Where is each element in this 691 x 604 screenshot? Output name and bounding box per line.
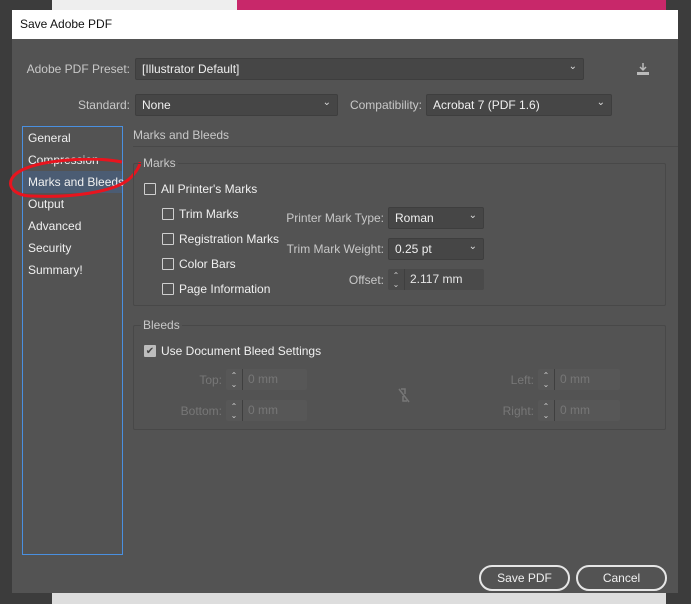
compatibility-label: Compatibility: xyxy=(349,98,422,112)
preset-label: Adobe PDF Preset: xyxy=(26,62,130,76)
stepper-arrows-icon[interactable]: ⌃ ⌄ xyxy=(388,269,405,290)
checkbox-box[interactable] xyxy=(162,208,174,220)
left-bleed-stepper[interactable]: ⌃ ⌄ 0 mm xyxy=(538,369,620,390)
checkbox-label: Use Document Bleed Settings xyxy=(161,344,322,358)
trim-mark-weight-value: 0.25 pt xyxy=(395,242,432,256)
checkbox-label: Color Bars xyxy=(179,257,236,271)
offset-value[interactable]: 2.117 mm xyxy=(405,269,467,290)
registration-marks-checkbox[interactable]: Registration Marks xyxy=(162,232,279,246)
checkbox-box[interactable] xyxy=(144,183,156,195)
red-circle-annotation xyxy=(9,158,142,198)
trim-mark-weight-label: Trim Mark Weight: xyxy=(286,242,384,256)
left-bleed-value[interactable]: 0 mm xyxy=(555,369,595,390)
chevron-down-icon: ⌄ xyxy=(322,97,331,108)
save-pdf-button[interactable]: Save PDF xyxy=(479,565,570,591)
compatibility-value: Acrobat 7 (PDF 1.6) xyxy=(433,98,540,112)
sidebar-item-advanced[interactable]: Advanced xyxy=(23,215,122,237)
checkbox-label: Page Information xyxy=(179,282,271,296)
preset-value: [Illustrator Default] xyxy=(142,62,240,76)
stepper-arrows-icon[interactable]: ⌃ ⌄ xyxy=(538,400,555,421)
printer-mark-type-value: Roman xyxy=(395,211,434,225)
sidebar-item-security[interactable]: Security xyxy=(23,237,122,259)
checkmark-icon[interactable]: ✔ xyxy=(144,345,156,357)
sidebar-item-general[interactable]: General xyxy=(23,127,122,149)
right-bleed-value[interactable]: 0 mm xyxy=(555,400,595,421)
chevron-down-icon: ⌄ xyxy=(596,97,605,108)
trim-marks-checkbox[interactable]: Trim Marks xyxy=(162,207,239,221)
right-label: Right: xyxy=(502,404,534,418)
printer-mark-type-label: Printer Mark Type: xyxy=(286,211,384,225)
dialog-title: Save Adobe PDF xyxy=(12,10,678,39)
checkbox-box[interactable] xyxy=(162,233,174,245)
checkbox-box[interactable] xyxy=(162,283,174,295)
unlinked-chain-icon[interactable] xyxy=(397,387,411,406)
chevron-down-icon: ⌄ xyxy=(468,241,477,252)
top-bleed-stepper[interactable]: ⌃ ⌄ 0 mm xyxy=(226,369,307,390)
checkbox-label: Registration Marks xyxy=(179,232,280,246)
save-pdf-dialog: Save Adobe PDF Adobe PDF Preset: [Illust… xyxy=(9,10,678,593)
checkbox-label: Trim Marks xyxy=(179,207,239,221)
stepper-arrows-icon[interactable]: ⌃ ⌄ xyxy=(538,369,555,390)
cancel-button[interactable]: Cancel xyxy=(576,565,667,591)
checkbox-label: All Printer's Marks xyxy=(161,182,258,196)
marks-group-title: Marks xyxy=(141,156,178,170)
preset-dropdown[interactable]: [Illustrator Default] ⌄ xyxy=(135,58,584,80)
standard-label: Standard: xyxy=(77,98,130,112)
all-printers-marks-checkbox[interactable]: All Printer's Marks xyxy=(144,182,257,196)
bleeds-group-title: Bleeds xyxy=(141,318,182,332)
page-information-checkbox[interactable]: Page Information xyxy=(162,282,270,296)
offset-stepper[interactable]: ⌃ ⌄ 2.117 mm xyxy=(388,269,484,290)
printer-mark-type-dropdown[interactable]: Roman ⌄ xyxy=(388,207,484,229)
right-bleed-stepper[interactable]: ⌃ ⌄ 0 mm xyxy=(538,400,620,421)
section-title: Marks and Bleeds xyxy=(133,128,230,142)
offset-label: Offset: xyxy=(348,273,384,287)
bottom-bleed-stepper[interactable]: ⌃ ⌄ 0 mm xyxy=(226,400,307,421)
top-bleed-value[interactable]: 0 mm xyxy=(243,369,283,390)
standard-value: None xyxy=(142,98,171,112)
sidebar-item-summary[interactable]: Summary! xyxy=(23,259,122,281)
color-bars-checkbox[interactable]: Color Bars xyxy=(162,257,236,271)
standard-dropdown[interactable]: None ⌄ xyxy=(135,94,338,116)
chevron-down-icon: ⌄ xyxy=(468,210,477,221)
top-label: Top: xyxy=(199,373,222,387)
background-artwork-bottom xyxy=(52,593,666,604)
chevron-down-icon: ⌄ xyxy=(568,61,577,72)
save-preset-icon[interactable] xyxy=(636,62,650,76)
stepper-arrows-icon[interactable]: ⌃ ⌄ xyxy=(226,400,243,421)
trim-mark-weight-dropdown[interactable]: 0.25 pt ⌄ xyxy=(388,238,484,260)
compatibility-dropdown[interactable]: Acrobat 7 (PDF 1.6) ⌄ xyxy=(426,94,612,116)
bottom-bleed-value[interactable]: 0 mm xyxy=(243,400,283,421)
left-label: Left: xyxy=(510,373,534,387)
bottom-label: Bottom: xyxy=(180,404,222,418)
section-divider xyxy=(133,146,678,147)
stepper-arrows-icon[interactable]: ⌃ ⌄ xyxy=(226,369,243,390)
use-document-bleed-checkbox[interactable]: ✔ Use Document Bleed Settings xyxy=(144,344,321,358)
checkbox-box[interactable] xyxy=(162,258,174,270)
